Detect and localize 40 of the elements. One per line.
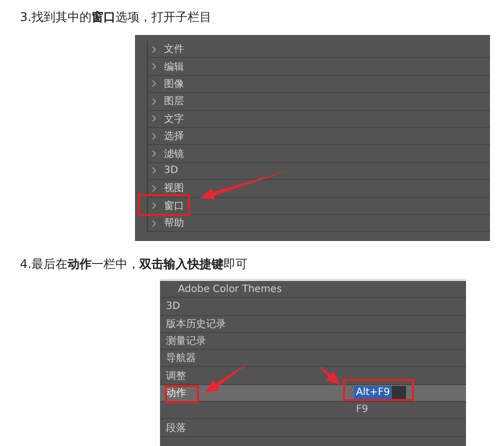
chevron-icon bbox=[152, 98, 156, 105]
command-label: 段落 bbox=[166, 422, 186, 435]
shortcut-row[interactable]: 测量记录 bbox=[160, 332, 466, 350]
chevron-icon bbox=[152, 46, 156, 53]
menu-item[interactable]: 编辑 bbox=[148, 58, 490, 76]
menu-item[interactable]: 3D bbox=[148, 162, 490, 180]
command-label: Adobe Color Themes bbox=[178, 284, 282, 295]
chevron-icon bbox=[152, 167, 156, 174]
shortcut-row[interactable]: Adobe Color Themes bbox=[160, 281, 466, 298]
menu-item[interactable]: 文件 bbox=[148, 41, 490, 58]
chevron-icon bbox=[152, 150, 156, 158]
chevron-icon bbox=[152, 115, 156, 122]
shortcut-row[interactable]: 3D bbox=[160, 298, 466, 316]
shortcut-row[interactable]: 导航器 bbox=[160, 350, 466, 368]
menu-item[interactable]: 选择 bbox=[148, 128, 490, 146]
menu-item[interactable]: 图层 bbox=[148, 93, 490, 111]
command-label: 版本历史记录 bbox=[166, 318, 226, 331]
shortcut-row[interactable]: F9 bbox=[160, 402, 466, 420]
chevron-icon bbox=[152, 63, 156, 70]
shortcut-row[interactable]: 段落 bbox=[160, 419, 466, 437]
command-label: 导航器 bbox=[166, 352, 196, 366]
command-label: 3D bbox=[166, 300, 180, 312]
menu-item[interactable]: 文字 bbox=[148, 110, 490, 128]
chevron-icon bbox=[152, 202, 156, 210]
command-label: 测量记录 bbox=[166, 334, 206, 348]
menu-item[interactable]: 窗口 bbox=[148, 198, 490, 215]
chevron-icon bbox=[152, 220, 156, 227]
command-label: 调整 bbox=[166, 370, 186, 383]
command-label: 动作 bbox=[166, 386, 186, 400]
chevron-icon bbox=[152, 184, 156, 192]
chevron-icon bbox=[152, 132, 156, 140]
menu-item[interactable]: 帮助 bbox=[148, 214, 490, 232]
shortcut-row[interactable]: 版本历史记录 bbox=[160, 316, 466, 333]
step-text: 4.最后在动作一栏中，双击输入快捷键即可 bbox=[20, 256, 248, 273]
step-text: 3.找到其中的窗口选项，打开子栏目 bbox=[20, 9, 212, 26]
menu-item[interactable]: 图像 bbox=[148, 76, 490, 94]
chevron-icon bbox=[152, 80, 156, 88]
menu-item[interactable]: 滤镜 bbox=[148, 145, 490, 163]
shortcut-text[interactable]: F9 bbox=[354, 403, 370, 416]
shortcut-text[interactable]: Alt+F9 bbox=[354, 386, 392, 399]
